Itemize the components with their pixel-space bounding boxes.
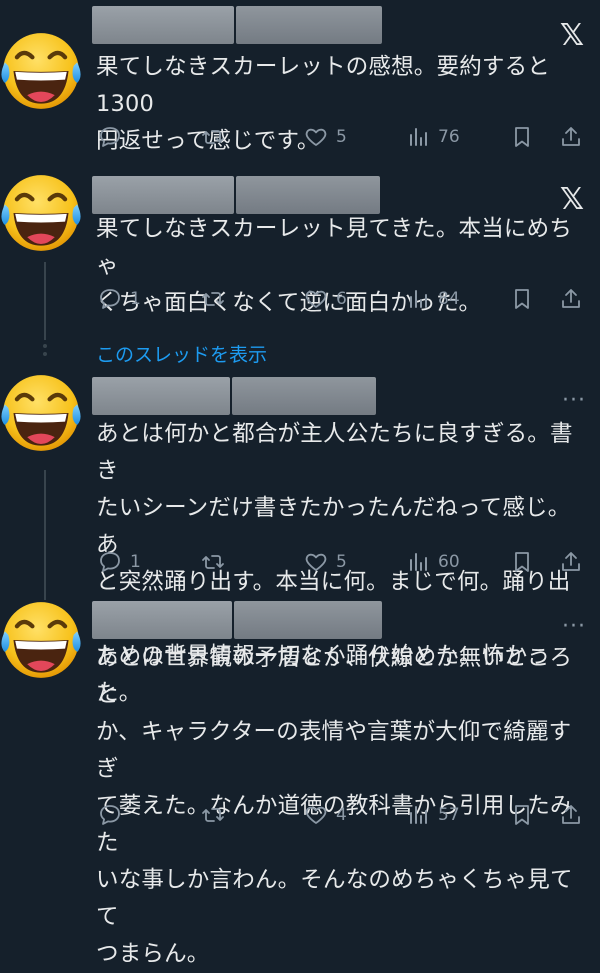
retweet-button[interactable] — [201, 122, 233, 152]
share-button[interactable] — [559, 284, 583, 314]
more-dots-icon[interactable]: ··· — [562, 390, 586, 412]
post-actions: 4 57 — [96, 800, 586, 830]
heart-icon — [305, 290, 327, 308]
retweet-icon — [202, 555, 224, 569]
views-chart-icon — [410, 128, 427, 146]
thread-line — [44, 470, 46, 600]
x-logo-icon[interactable]: 𝕏 — [558, 21, 586, 51]
retweet-button[interactable] — [201, 800, 233, 830]
x-logo-icon[interactable]: 𝕏 — [558, 185, 586, 215]
like-button[interactable]: 6 — [304, 284, 347, 314]
views-chart-icon — [410, 553, 427, 571]
bookmark-button[interactable] — [510, 800, 534, 830]
redacted-display-name — [92, 377, 230, 415]
heart-icon — [305, 553, 327, 571]
avatar[interactable] — [0, 170, 84, 256]
post-actions: 5 76 — [96, 122, 586, 152]
bookmark-button[interactable] — [510, 547, 534, 577]
reply-count: 1 — [130, 289, 141, 309]
bookmark-button[interactable] — [510, 122, 534, 152]
redacted-username — [236, 6, 382, 44]
views-count: 60 — [438, 552, 460, 572]
more-dots-icon[interactable]: ··· — [562, 616, 586, 638]
reply-button[interactable]: 1 — [98, 547, 141, 577]
thread-dot — [43, 352, 47, 356]
redacted-display-name — [92, 176, 234, 214]
retweet-icon — [202, 130, 224, 144]
redacted-username — [232, 377, 376, 415]
like-count: 5 — [336, 127, 347, 147]
show-thread-link[interactable]: このスレッドを表示 — [96, 340, 267, 367]
laughing-emoji-icon — [0, 170, 84, 256]
share-icon — [562, 289, 580, 308]
reply-count: 1 — [130, 552, 141, 572]
views-count: 76 — [438, 127, 460, 147]
bookmark-icon — [515, 289, 529, 309]
bookmark-icon — [515, 552, 529, 572]
share-button[interactable] — [559, 122, 583, 152]
heart-icon — [305, 128, 327, 146]
redacted-username — [236, 176, 380, 214]
post-actions: 1 6 84 — [96, 284, 586, 314]
redacted-display-name — [92, 6, 234, 44]
laughing-emoji-icon — [0, 597, 84, 683]
reply-button[interactable] — [98, 800, 130, 830]
avatar[interactable] — [0, 28, 84, 114]
avatar[interactable] — [0, 597, 84, 683]
retweet-icon — [202, 292, 224, 306]
views-button[interactable]: 60 — [406, 547, 460, 577]
reply-icon — [100, 552, 120, 572]
redacted-username — [234, 601, 382, 639]
like-button[interactable]: 5 — [304, 122, 347, 152]
heart-icon — [305, 806, 327, 824]
retweet-button[interactable] — [201, 547, 233, 577]
views-chart-icon — [410, 806, 427, 824]
bookmark-button[interactable] — [510, 284, 534, 314]
thread-dot — [43, 344, 47, 348]
views-count: 57 — [438, 805, 460, 825]
avatar[interactable] — [0, 370, 84, 456]
redacted-display-name — [92, 601, 232, 639]
reply-button[interactable]: 1 — [98, 284, 141, 314]
share-icon — [562, 552, 580, 571]
thread-line — [44, 262, 46, 340]
post-actions: 1 5 60 — [96, 547, 586, 577]
like-button[interactable]: 5 — [304, 547, 347, 577]
views-count: 84 — [438, 289, 460, 309]
like-count: 5 — [336, 552, 347, 572]
share-icon — [562, 805, 580, 824]
like-button[interactable]: 4 — [304, 800, 347, 830]
like-count: 6 — [336, 289, 347, 309]
reply-icon — [100, 127, 120, 147]
laughing-emoji-icon — [0, 28, 84, 114]
bookmark-icon — [515, 127, 529, 147]
bookmark-icon — [515, 805, 529, 825]
views-button[interactable]: 76 — [406, 122, 460, 152]
views-chart-icon — [410, 290, 427, 308]
share-icon — [562, 127, 580, 146]
reply-button[interactable] — [98, 122, 130, 152]
share-button[interactable] — [559, 800, 583, 830]
laughing-emoji-icon — [0, 370, 84, 456]
views-button[interactable]: 84 — [406, 284, 460, 314]
share-button[interactable] — [559, 547, 583, 577]
retweet-button[interactable] — [201, 284, 233, 314]
reply-icon — [100, 805, 120, 825]
like-count: 4 — [336, 805, 347, 825]
retweet-icon — [202, 808, 224, 822]
views-button[interactable]: 57 — [406, 800, 460, 830]
reply-icon — [100, 289, 120, 309]
